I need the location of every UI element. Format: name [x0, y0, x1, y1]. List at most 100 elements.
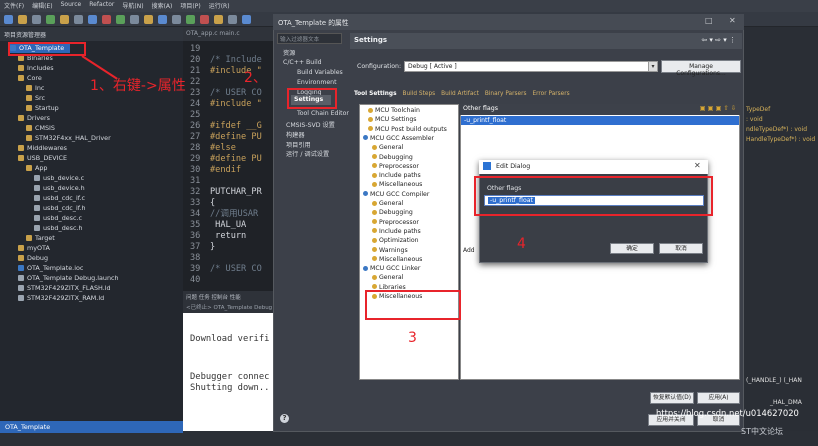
- tree-item[interactable]: usb_device.h: [34, 184, 85, 193]
- toolbar-button-icon[interactable]: [130, 15, 139, 24]
- settings-subtab[interactable]: Binary Parsers: [485, 91, 527, 102]
- tool-tree-item[interactable]: General: [372, 144, 403, 151]
- tree-item[interactable]: CMSIS: [26, 124, 55, 133]
- settings-subtab[interactable]: Build Artifact: [441, 91, 479, 102]
- help-icon[interactable]: ?: [280, 414, 289, 423]
- nav-item[interactable]: 项目引用: [286, 140, 311, 149]
- tool-tree-item[interactable]: MCU Toolchain: [368, 107, 420, 114]
- menu-item[interactable]: 导航(N): [122, 1, 143, 11]
- toolbar-button-icon[interactable]: [74, 15, 83, 24]
- configuration-select[interactable]: Debug [ Active ]: [404, 61, 658, 72]
- tool-tree-item[interactable]: Miscellaneous: [372, 181, 422, 188]
- nav-item[interactable]: Build Variables: [297, 69, 343, 76]
- nav-item[interactable]: CMSIS-SVD 设置: [286, 120, 335, 129]
- tool-tree-item[interactable]: Warnings: [372, 247, 408, 254]
- tree-item[interactable]: Target: [26, 234, 55, 243]
- tree-item[interactable]: Src: [26, 94, 45, 103]
- menu-item[interactable]: 运行(R): [209, 1, 230, 11]
- toolbar-button-icon[interactable]: [144, 15, 153, 24]
- tree-item[interactable]: Inc: [26, 84, 44, 93]
- tool-tree-item[interactable]: MCU Settings: [368, 116, 417, 123]
- toolbar-button-icon[interactable]: [116, 15, 125, 24]
- tool-tree-item[interactable]: MCU Post build outputs: [368, 126, 447, 133]
- tool-tree-item[interactable]: Include paths: [372, 228, 421, 235]
- toolbar-button-icon[interactable]: [32, 15, 41, 24]
- toolbar-button-icon[interactable]: [214, 15, 223, 24]
- nav-arrows-icon[interactable]: ⇦ ▾ ⇨ ▾ ⋮: [701, 36, 736, 44]
- menu-item[interactable]: 编辑(E): [32, 1, 52, 11]
- tool-tree-item[interactable]: Preprocessor: [372, 219, 419, 226]
- nav-item[interactable]: Environment: [297, 79, 337, 86]
- dialog-cancel-button[interactable]: 取消: [659, 243, 703, 254]
- toolbar-button-icon[interactable]: [172, 15, 181, 24]
- tree-item[interactable]: STM32F429ZITX_RAM.ld: [18, 294, 104, 303]
- tree-item[interactable]: Drivers: [18, 114, 50, 123]
- nav-item[interactable]: Tool Chain Editor: [297, 110, 349, 117]
- toolbar-button-icon[interactable]: [46, 15, 55, 24]
- tree-item[interactable]: usbd_desc.h: [34, 224, 83, 233]
- toolbar-button-icon[interactable]: [102, 15, 111, 24]
- nav-item[interactable]: 运行 / 调试设置: [286, 149, 329, 158]
- menu-item[interactable]: 搜索(A): [152, 1, 173, 11]
- tool-tree-item[interactable]: General: [372, 274, 403, 281]
- toolbar-button-icon[interactable]: [60, 15, 69, 24]
- nav-item[interactable]: 构建器: [286, 130, 305, 139]
- tree-item[interactable]: STM32F429ZITX_FLASH.ld: [18, 284, 111, 293]
- apply-button[interactable]: 应用(A): [697, 392, 740, 404]
- console-tab-labels[interactable]: 问题 任务 控制台 性能: [186, 293, 280, 301]
- filter-input[interactable]: 输入过滤器文本: [277, 33, 342, 44]
- tree-item[interactable]: usb_device.c: [34, 174, 84, 183]
- tree-item[interactable]: usbd_cdc_if.c: [34, 194, 85, 203]
- menu-item[interactable]: 文件(F): [4, 1, 24, 11]
- editor-tabs[interactable]: OTA_app.c main.c: [183, 27, 273, 41]
- toolbar-button-icon[interactable]: [242, 15, 251, 24]
- settings-subtab[interactable]: Build Steps: [403, 91, 436, 102]
- toolbar-button-icon[interactable]: [4, 15, 13, 24]
- tool-tree-item[interactable]: Include paths: [372, 172, 421, 179]
- console-tabs[interactable]: 问题 任务 控制台 性能 <已终止> OTA_Template Debug: [183, 291, 283, 313]
- close-icon[interactable]: ✕: [729, 16, 736, 25]
- ok-button[interactable]: 确定: [610, 243, 654, 254]
- tree-item[interactable]: usbd_cdc_if.h: [34, 204, 86, 213]
- menu-item[interactable]: Source: [61, 1, 82, 11]
- restore-defaults-button[interactable]: 恢复默认值(D): [650, 392, 694, 404]
- tree-item[interactable]: OTA_Template Debug.launch: [18, 274, 119, 283]
- add-button[interactable]: Add: [461, 245, 481, 257]
- tree-item[interactable]: Debug: [18, 254, 48, 263]
- settings-subtab[interactable]: Error Parsers: [532, 91, 569, 102]
- chevron-down-icon[interactable]: ▾: [648, 61, 658, 72]
- tool-tree-item[interactable]: Optimization: [372, 237, 419, 244]
- tool-tree-item[interactable]: MCU GCC Assembler: [363, 135, 434, 142]
- tree-item[interactable]: myOTA: [18, 244, 50, 253]
- toolbar-button-icon[interactable]: [88, 15, 97, 24]
- tree-item[interactable]: App: [26, 164, 48, 173]
- tree-item[interactable]: Includes: [18, 64, 54, 73]
- toolbar-button-icon[interactable]: [18, 15, 27, 24]
- settings-subtab[interactable]: Tool Settings: [354, 91, 397, 102]
- tree-item[interactable]: Startup: [26, 104, 59, 113]
- option-value-row[interactable]: -u_printf_float: [461, 116, 739, 125]
- tool-tree-item[interactable]: Debugging: [372, 154, 413, 161]
- toolbar-button-icon[interactable]: [228, 15, 237, 24]
- manage-configurations-button[interactable]: Manage Configurations...: [661, 60, 741, 77]
- nav-item[interactable]: 资源: [283, 48, 295, 57]
- toolbar-button-icon[interactable]: [158, 15, 167, 24]
- close-icon[interactable]: ✕: [694, 161, 701, 170]
- menu-item[interactable]: Refactor: [89, 1, 114, 11]
- tool-tree-item[interactable]: Preprocessor: [372, 163, 419, 170]
- tool-tree-item[interactable]: Debugging: [372, 209, 413, 216]
- tool-tree-item[interactable]: MCU GCC Linker: [363, 265, 420, 272]
- tree-item[interactable]: USB_DEVICE: [18, 154, 67, 163]
- option-tools-icon[interactable]: ▣ ▣ ▣ ⇧ ⇩: [700, 105, 736, 112]
- tool-tree-item[interactable]: MCU GCC Compiler: [363, 191, 429, 198]
- nav-item[interactable]: C/C++ Build: [283, 59, 322, 66]
- tool-tree-item[interactable]: Miscellaneous: [372, 256, 422, 263]
- tree-item[interactable]: OTA_Template.ioc: [18, 264, 83, 273]
- minimize-icon[interactable]: □: [705, 16, 713, 25]
- tree-item[interactable]: STM32F4xx_HAL_Driver: [26, 134, 111, 143]
- toolbar-button-icon[interactable]: [186, 15, 195, 24]
- tree-item[interactable]: Middlewares: [18, 144, 67, 153]
- tree-item[interactable]: Core: [18, 74, 42, 83]
- menu-item[interactable]: 项目(P): [180, 1, 200, 11]
- tree-item[interactable]: usbd_desc.c: [34, 214, 82, 223]
